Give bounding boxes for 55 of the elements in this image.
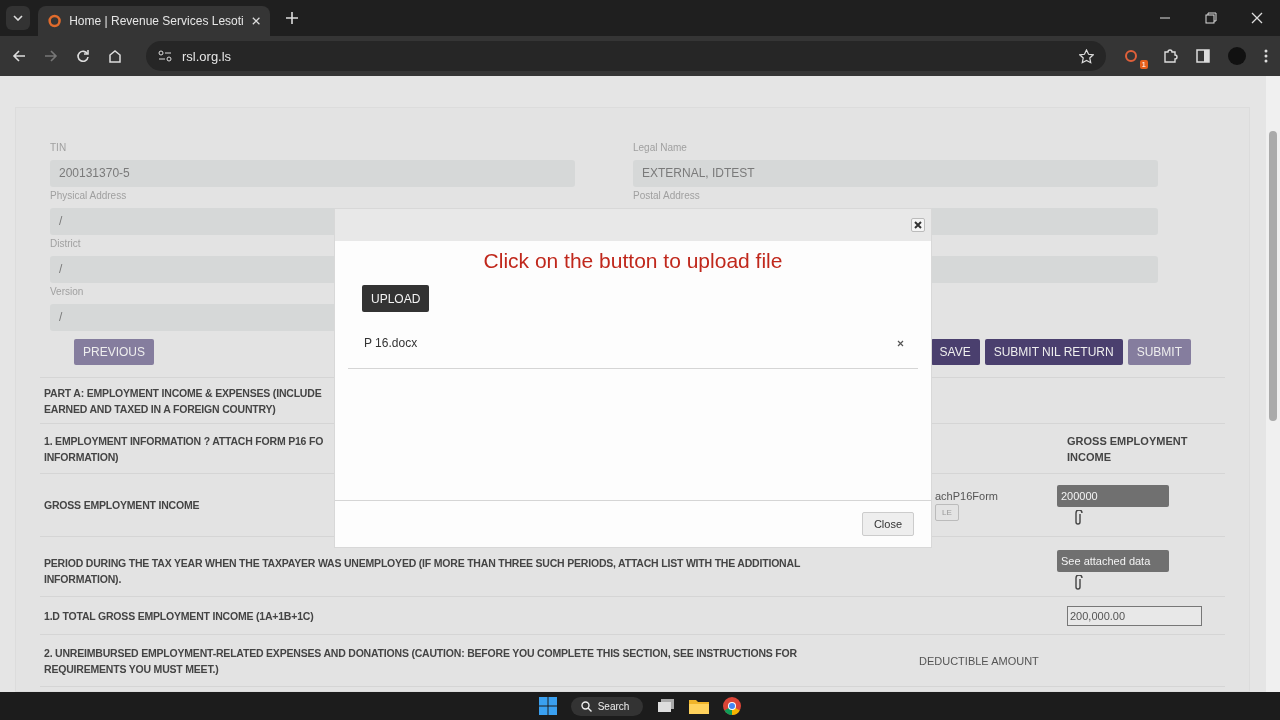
column-heading: GROSS EMPLOYMENT INCOME	[1066, 433, 1188, 465]
field-label: District	[50, 238, 81, 251]
caret-icon	[13, 15, 23, 21]
action-button[interactable]: SAVE	[930, 339, 980, 365]
tab-menu-button[interactable]	[6, 6, 30, 30]
reload-icon[interactable]	[76, 49, 90, 63]
field-label: TIN	[50, 142, 67, 155]
notification-badge: 1	[1139, 60, 1148, 69]
close-button[interactable]: Close	[861, 512, 914, 536]
home-icon[interactable]	[108, 49, 122, 63]
address-bar[interactable]: rsl.org.ls	[146, 41, 1106, 71]
input-field[interactable]: EXTERNAL, IDTEST	[633, 160, 1158, 187]
action-button[interactable]: SUBMIT NIL RETURN	[984, 339, 1123, 365]
folder-icon[interactable]	[689, 698, 710, 714]
upload-button[interactable]: UPLOAD	[362, 285, 430, 312]
field-label: Physical Address	[50, 190, 127, 203]
search-icon	[580, 700, 592, 712]
start-icon[interactable]	[538, 697, 557, 715]
forward-icon[interactable]	[44, 49, 58, 63]
paperclip-icon[interactable]	[1073, 575, 1083, 591]
file-button[interactable]: LE	[935, 503, 959, 521]
browser-tab[interactable]: Home | Revenue Services Lesoti	[38, 6, 270, 36]
close-button[interactable]	[911, 218, 925, 232]
browser-icon[interactable]	[723, 697, 742, 715]
site-settings-icon[interactable]	[158, 50, 172, 62]
close-icon[interactable]	[251, 16, 260, 26]
row-label: 1. EMPLOYMENT INFORMATION ? ATTACH FORM P16 FO INFORMATION)	[43, 433, 325, 465]
amount-field[interactable]: 200000	[1057, 484, 1169, 507]
field-label: Postal Address	[633, 190, 700, 203]
row-label: 2. UNREIMBURSED EMPLOYMENT-RELATED EXPENSES AND DONATIONS (CAUTION: BEFORE YOU COMPLETE THIS SECTION, SEE INSTRUCTIONS FOR REQUIREMENTS YOU MUST MEET.)	[43, 645, 798, 677]
file-name: P 16.docx	[364, 336, 418, 350]
row-label: GROSS EMPLOYMENT INCOME	[43, 498, 201, 513]
column-text: achP16Form	[935, 489, 998, 502]
new-tab-icon[interactable]	[286, 12, 298, 24]
close-icon[interactable]	[1251, 12, 1263, 24]
amount-field[interactable]: See attached data	[1057, 550, 1169, 572]
row-label: PERIOD DURING THE TAX YEAR WHEN THE TAXPAYER WAS UNEMPLOYED (IF MORE THAN THREE SUCH PERIODS, ATTACH LIST WITH THE ADDITIONAL INFORMATION).	[43, 555, 802, 587]
column-text: DEDUCTIBLE AMOUNT	[919, 654, 1039, 667]
more-menu-icon[interactable]	[1264, 49, 1268, 63]
field-label: Version	[50, 286, 84, 299]
remove-icon[interactable]	[897, 339, 904, 347]
puzzle-icon[interactable]	[1162, 48, 1178, 64]
task-view-icon[interactable]	[657, 698, 676, 714]
search-field[interactable]: Search	[570, 696, 644, 716]
field-label: Legal Name	[633, 142, 687, 155]
paperclip-icon[interactable]	[1073, 509, 1083, 526]
total-field[interactable]: 200,000.00	[1067, 605, 1202, 626]
input-field[interactable]: 200131370-5	[50, 160, 575, 187]
row-label: 1.D TOTAL GROSS EMPLOYMENT INCOME (1A+1B+1C)	[43, 608, 315, 624]
restore-icon[interactable]	[1205, 12, 1217, 24]
star-icon[interactable]	[1079, 48, 1094, 64]
back-icon[interactable]	[12, 49, 26, 63]
row-label: PART A: EMPLOYMENT INCOME & EXPENSES (INCLUDE EARNED AND TAXED IN A FOREIGN COUNTRY)	[43, 385, 323, 417]
site-logo-icon	[48, 13, 62, 29]
side-panel-icon[interactable]	[1196, 49, 1210, 63]
